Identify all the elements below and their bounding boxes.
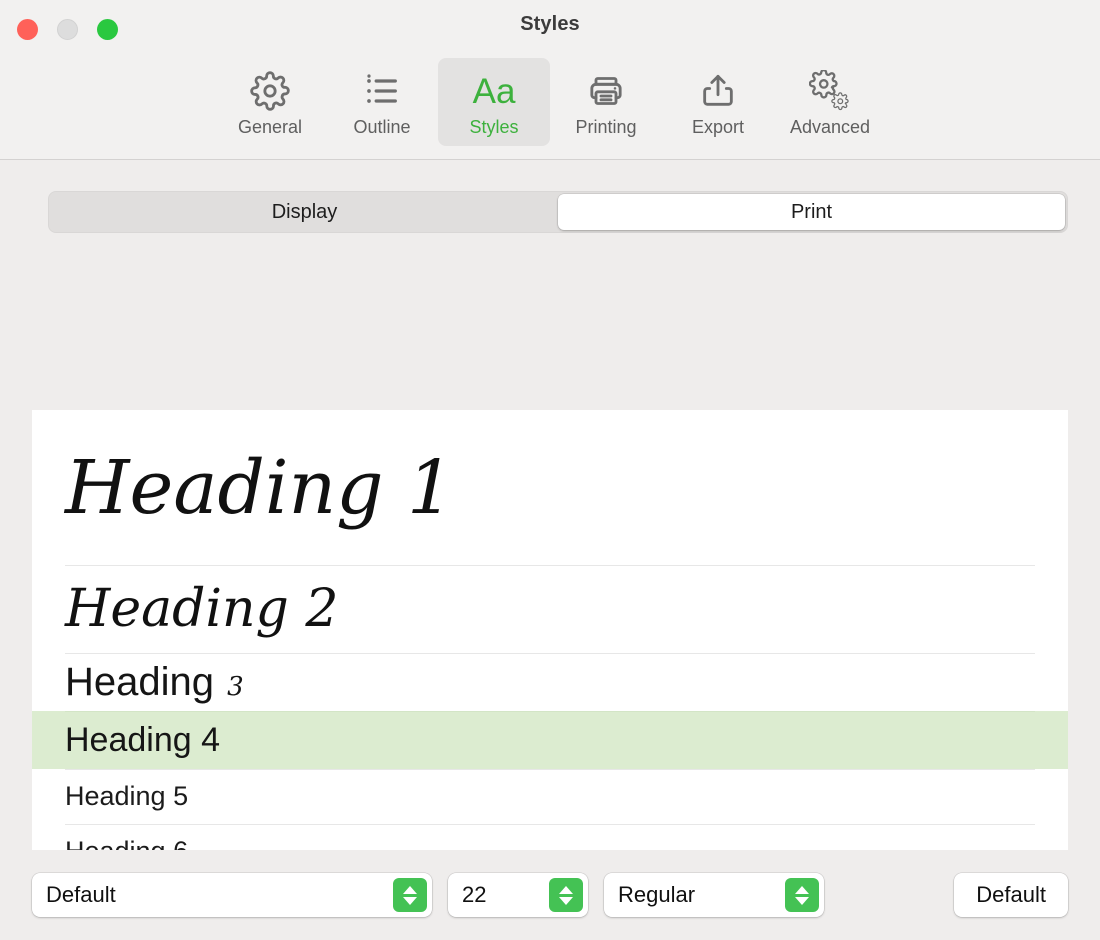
toolbar-item-label: Outline bbox=[353, 117, 411, 137]
title-bar: Styles bbox=[0, 0, 1100, 56]
toolbar-item-styles[interactable]: Aa Styles bbox=[438, 58, 550, 146]
style-list-row-heading-4[interactable]: Heading 4 bbox=[32, 711, 1068, 769]
row-separator bbox=[65, 769, 1035, 770]
row-separator bbox=[65, 711, 1035, 712]
row-separator bbox=[65, 565, 1035, 566]
display-print-segmented-control: Display Print bbox=[48, 191, 1068, 233]
double-gear-icon bbox=[809, 69, 851, 113]
segment-print[interactable]: Print bbox=[558, 194, 1065, 230]
toolbar-item-printing[interactable]: Printing bbox=[550, 58, 662, 146]
style-row-label: Heading 2 bbox=[65, 579, 339, 639]
window-title: Styles bbox=[520, 13, 580, 35]
toolbar-item-label: Printing bbox=[575, 117, 637, 137]
content-area: Display Print Heading 1 Heading 2 Headin… bbox=[0, 160, 1100, 940]
styles-preferences-window: Styles General Outline Aa Styles Printin… bbox=[0, 0, 1100, 940]
font-family-value: Default bbox=[46, 882, 116, 907]
toolbar-item-label: General bbox=[237, 117, 303, 137]
font-weight-value: Regular bbox=[618, 882, 696, 907]
row-separator bbox=[65, 653, 1035, 654]
bullet-list-icon bbox=[362, 69, 402, 113]
font-size-popup[interactable]: 22 bbox=[448, 873, 588, 917]
toolbar-item-label: Advanced bbox=[789, 117, 871, 137]
chevron-updown-icon[interactable] bbox=[393, 878, 427, 912]
chevron-updown-icon[interactable] bbox=[785, 878, 819, 912]
style-list-row-heading-5[interactable]: Heading 5 bbox=[32, 769, 1068, 824]
style-list-row-heading-1[interactable]: Heading 1 bbox=[32, 410, 1068, 565]
row-separator bbox=[65, 824, 1035, 825]
reset-to-default-button[interactable]: Default bbox=[954, 873, 1068, 917]
style-row-label: Heading 3 bbox=[65, 660, 244, 704]
share-upload-icon bbox=[698, 69, 738, 113]
toolbar-item-outline[interactable]: Outline bbox=[326, 58, 438, 146]
style-row-label: Heading 4 bbox=[65, 721, 221, 759]
style-list-row-heading-2[interactable]: Heading 2 bbox=[32, 565, 1068, 653]
font-family-popup[interactable]: Default bbox=[32, 873, 432, 917]
aa-text-icon: Aa bbox=[473, 69, 516, 113]
toolbar-item-label: Styles bbox=[469, 117, 519, 137]
style-editor-bottom-bar: Default 22 Regular Default bbox=[0, 850, 1100, 940]
aa-glyph-text: Aa bbox=[472, 71, 516, 111]
segment-display[interactable]: Display bbox=[51, 194, 558, 230]
style-row-label: Heading 1 bbox=[65, 444, 455, 531]
chevron-updown-icon[interactable] bbox=[549, 878, 583, 912]
toolbar-item-label: Export bbox=[691, 117, 745, 137]
gear-icon bbox=[250, 69, 290, 113]
style-list-row-heading-3[interactable]: Heading 3 bbox=[32, 653, 1068, 711]
font-size-value: 22 bbox=[462, 882, 487, 907]
toolbar-item-general[interactable]: General bbox=[214, 58, 326, 146]
preferences-toolbar: General Outline Aa Styles Printing Expor… bbox=[0, 56, 1100, 160]
toolbar-item-export[interactable]: Export bbox=[662, 58, 774, 146]
toolbar-item-advanced[interactable]: Advanced bbox=[774, 58, 886, 146]
printer-icon bbox=[586, 69, 626, 113]
font-weight-popup[interactable]: Regular bbox=[604, 873, 824, 917]
style-row-label: Heading 5 bbox=[65, 781, 189, 811]
